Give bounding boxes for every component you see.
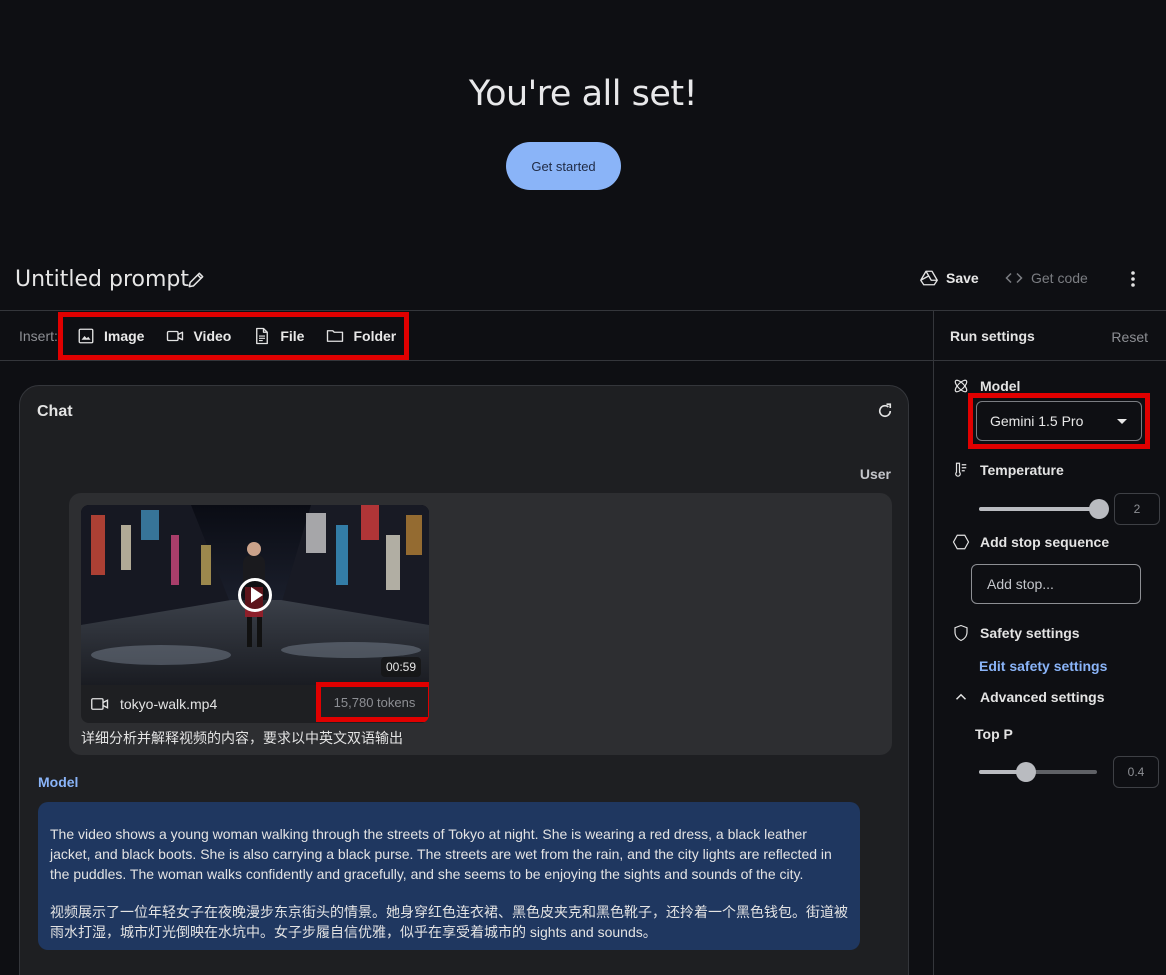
token-count: 15,780 tokens [333,694,416,710]
chevron-down-icon [1117,419,1127,424]
top-p-label: Top P [975,726,1013,742]
insert-file-button[interactable]: File [253,327,304,345]
chat-title: Chat [37,403,73,420]
user-role-label: User [859,466,891,482]
chevron-up-icon [955,693,967,700]
drive-icon [920,270,938,286]
chat-panel: Chat User 00:59 tokyo-walk.mp4 15,780 to… [19,385,909,975]
save-button[interactable]: Save [920,269,979,287]
model-select[interactable]: Gemini 1.5 Pro [976,401,1142,441]
user-prompt-text: 详细分析并解释视频的内容，要求以中英文双语输出 [81,731,403,747]
model-response: The video shows a young woman walking th… [38,802,860,950]
advanced-settings-toggle[interactable]: Advanced settings [952,688,1104,706]
attachment-file-name: tokyo-walk.mp4 [120,696,218,712]
prompt-header: Untitled prompt Save Get code [0,255,1166,311]
advanced-settings-label: Advanced settings [980,689,1105,705]
insert-label: Insert: [19,328,58,344]
prompt-title[interactable]: Untitled prompt [15,267,189,292]
more-vert-icon[interactable] [1124,269,1142,289]
file-icon [256,327,269,345]
video-duration: 00:59 [380,657,421,677]
save-label: Save [946,270,979,286]
image-icon [78,328,94,344]
model-select-value: Gemini 1.5 Pro [990,413,1084,429]
user-message: 00:59 tokyo-walk.mp4 15,780 tokens 详细分析并… [69,493,892,755]
get-code-label: Get code [1031,270,1088,286]
temperature-slider-thumb[interactable] [1089,499,1109,519]
video-attachment[interactable]: 00:59 tokyo-walk.mp4 15,780 tokens [81,505,429,723]
model-response-english: The video shows a young woman walking th… [50,826,832,882]
temperature-row: Temperature [952,461,1064,479]
stop-sequence-label: Add stop sequence [980,534,1110,550]
edit-safety-settings-link[interactable]: Edit safety settings [979,658,1107,674]
insert-folder-button[interactable]: Folder [326,327,396,345]
insert-image-button[interactable]: Image [77,327,144,345]
temperature-label: Temperature [980,462,1064,478]
safety-label: Safety settings [980,625,1080,641]
play-button[interactable] [238,578,272,612]
stop-sequence-row: Add stop sequence [952,533,1109,551]
stop-sequence-input[interactable] [971,564,1141,604]
insert-options-highlight: Image Video File Folder [58,312,409,360]
top-p-slider-thumb[interactable] [1016,762,1037,782]
hexagon-icon [952,534,970,550]
insert-video-label: Video [193,328,232,344]
get-started-button[interactable]: Get started [506,142,621,190]
model-role-label: Model [38,774,79,790]
insert-file-label: File [280,328,305,344]
top-p-value[interactable]: 0.4 [1113,756,1159,788]
attachment-info: tokyo-walk.mp4 15,780 tokens [81,682,429,723]
thermometer-icon [955,462,967,477]
folder-icon [327,330,344,342]
temperature-slider[interactable] [979,499,1109,519]
reset-button[interactable]: Reset [1111,329,1148,345]
video-file-icon [91,698,109,710]
insert-video-button[interactable]: Video [166,327,231,345]
run-settings-title: Run settings [950,328,1035,344]
top-p-slider[interactable] [979,762,1097,782]
shield-icon [954,624,968,642]
run-settings-panel: Run settings Reset Model Gemini 1.5 Pro … [933,311,1166,975]
insert-folder-label: Folder [353,328,397,344]
temperature-value[interactable]: 2 [1114,493,1160,525]
model-select-highlight: Gemini 1.5 Pro [968,393,1150,449]
insert-image-label: Image [104,328,145,344]
pencil-icon[interactable] [186,270,206,290]
temperature-slider-fill [979,507,1099,511]
run-settings-header: Run settings Reset [934,311,1166,361]
model-response-chinese: 视频展示了一位年轻女子在夜晚漫步东京街头的情景。她身穿红色连衣裙、黑色皮夹克和黑… [50,904,848,940]
refresh-icon[interactable] [876,402,894,420]
token-count-highlight: 15,780 tokens [316,682,429,722]
welcome-banner: You're all set! Get started [0,0,1166,255]
model-label: Model [980,378,1021,394]
safety-row: Safety settings [952,624,1080,642]
code-icon [1005,272,1023,284]
insert-toolbar: Insert: Image Video File Folder [0,311,933,361]
welcome-title: You're all set! [468,74,698,114]
video-icon [167,330,184,342]
get-code-button[interactable]: Get code [1005,269,1088,287]
